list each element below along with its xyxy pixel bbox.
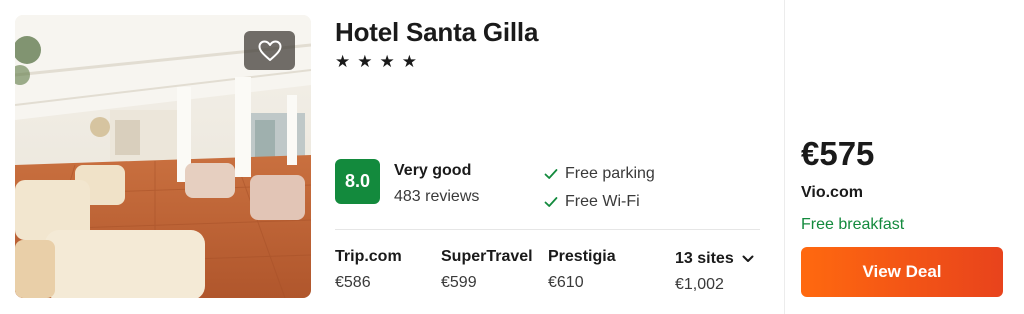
provider-price: €599 — [441, 274, 477, 291]
check-icon — [544, 197, 558, 207]
star-icon: ★ — [357, 52, 373, 71]
provider-name: Trip.com — [335, 248, 402, 265]
rating-label: Very good — [394, 162, 472, 179]
divider — [335, 229, 760, 230]
more-sites-label: 13 sites — [675, 250, 734, 267]
provider-price-trip-com[interactable]: Trip.com €586 — [335, 248, 402, 292]
provider-price-prestigia[interactable]: Prestigia €610 — [548, 248, 616, 292]
hotel-result-card: Hotel Santa Gilla ★ ★ ★ ★ 8.0 Very good 483… — [0, 0, 1024, 314]
review-score-badge: 8.0 — [335, 159, 380, 204]
provider-name: Prestigia — [548, 248, 616, 265]
provider-price-supertravel[interactable]: SuperTravel €599 — [441, 248, 533, 292]
favorite-button[interactable] — [244, 31, 295, 70]
more-sites-price: €1,002 — [675, 276, 724, 293]
best-deal-provider: Vio.com — [801, 184, 863, 201]
provider-name: SuperTravel — [441, 248, 533, 265]
provider-price: €586 — [335, 274, 371, 291]
star-icon: ★ — [335, 52, 351, 71]
amenity-free-wifi: Free Wi-Fi — [543, 193, 640, 211]
hotel-name[interactable]: Hotel Santa Gilla — [335, 17, 538, 48]
heart-icon — [258, 40, 281, 61]
amenity-label: Free parking — [565, 165, 655, 182]
amenity-label: Free Wi-Fi — [565, 193, 640, 210]
chevron-down-icon — [742, 255, 754, 262]
best-deal-perk: Free breakfast — [801, 216, 905, 233]
hotel-star-rating: ★ ★ ★ ★ — [335, 52, 417, 72]
amenity-free-parking: Free parking — [543, 165, 655, 183]
more-sites-dropdown[interactable]: 13 sites €1,002 — [675, 248, 754, 294]
review-count[interactable]: 483 reviews — [394, 188, 479, 206]
best-deal-price: €575 — [801, 135, 875, 172]
star-icon: ★ — [379, 52, 395, 71]
provider-price: €610 — [548, 274, 584, 291]
star-icon: ★ — [401, 52, 417, 71]
column-separator — [784, 0, 785, 314]
more-sites-toggle[interactable]: 13 sites — [675, 248, 754, 268]
check-icon — [544, 169, 558, 179]
view-deal-button[interactable]: View Deal — [801, 247, 1003, 297]
